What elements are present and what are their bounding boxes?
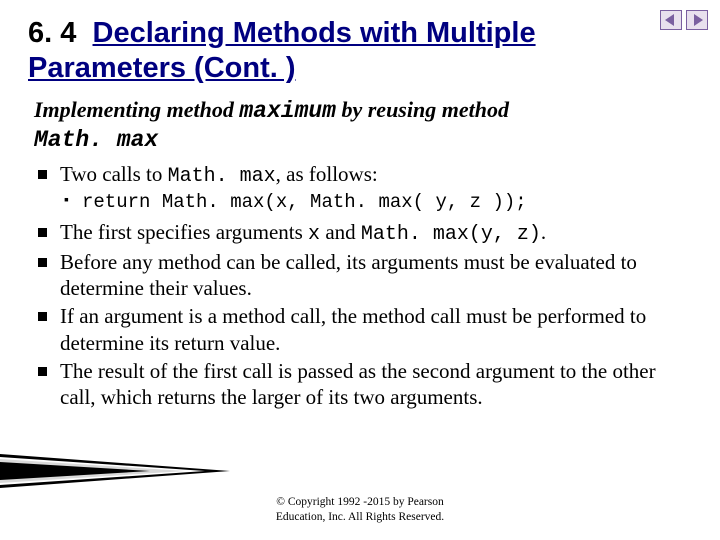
list-item: Two calls to Math. max, as follows: retur… [32,161,692,215]
subtitle-code-1: maximum [239,98,336,124]
prev-arrow-icon [660,10,682,30]
slide: 6. 4 Declaring Methods with Multiple Par… [0,0,720,540]
subtitle-middle: by reusing method [336,97,509,122]
code-text: Math. max(y, z) [361,223,541,246]
sub-list-item: return Math. max(x, Math. max( y, z )); [60,191,692,215]
title-text: Declaring Methods with Multiple Paramete… [28,17,536,84]
next-arrow-icon [686,10,708,30]
body-text: . [541,220,546,244]
footer-line-2: Education, Inc. All Rights Reserved. [276,511,444,523]
body-text: Two calls to [60,162,168,186]
bullet-list: Two calls to Math. max, as follows: retur… [32,161,692,410]
footer-line-1: © Copyright 1992 -2015 by Pearson [276,496,444,508]
body-text: and [320,220,361,244]
nav-arrows [660,10,708,30]
title-number: 6. 4 [28,17,76,49]
decorative-wedge [0,454,230,488]
code-text: Math. max [168,165,276,188]
list-item: The result of the first call is passed a… [32,358,692,411]
copyright-footer: © Copyright 1992 -2015 by Pearson Educat… [0,495,720,524]
list-item: If an argument is a method call, the met… [32,303,692,356]
next-slide-button[interactable] [686,10,708,30]
sub-list: return Math. max(x, Math. max( y, z )); [60,191,692,215]
subtitle-prefix: Implementing method [34,97,239,122]
body-text: If an argument is a method call, the met… [60,304,646,354]
list-item: Before any method can be called, its arg… [32,249,692,302]
slide-subtitle: Implementing method maximum by reusing m… [34,96,692,156]
subtitle-code-2: Math. max [34,127,158,153]
code-text: x [308,223,320,246]
body-text: The result of the first call is passed a… [60,359,656,409]
body-text: , as follows: [276,162,378,186]
body-text: Before any method can be called, its arg… [60,250,637,300]
body-text: The first specifies arguments [60,220,308,244]
prev-slide-button[interactable] [660,10,682,30]
content-area: Two calls to Math. max, as follows: retur… [28,161,692,410]
list-item: The first specifies arguments x and Math… [32,219,692,247]
slide-title: 6. 4 Declaring Methods with Multiple Par… [28,16,692,86]
